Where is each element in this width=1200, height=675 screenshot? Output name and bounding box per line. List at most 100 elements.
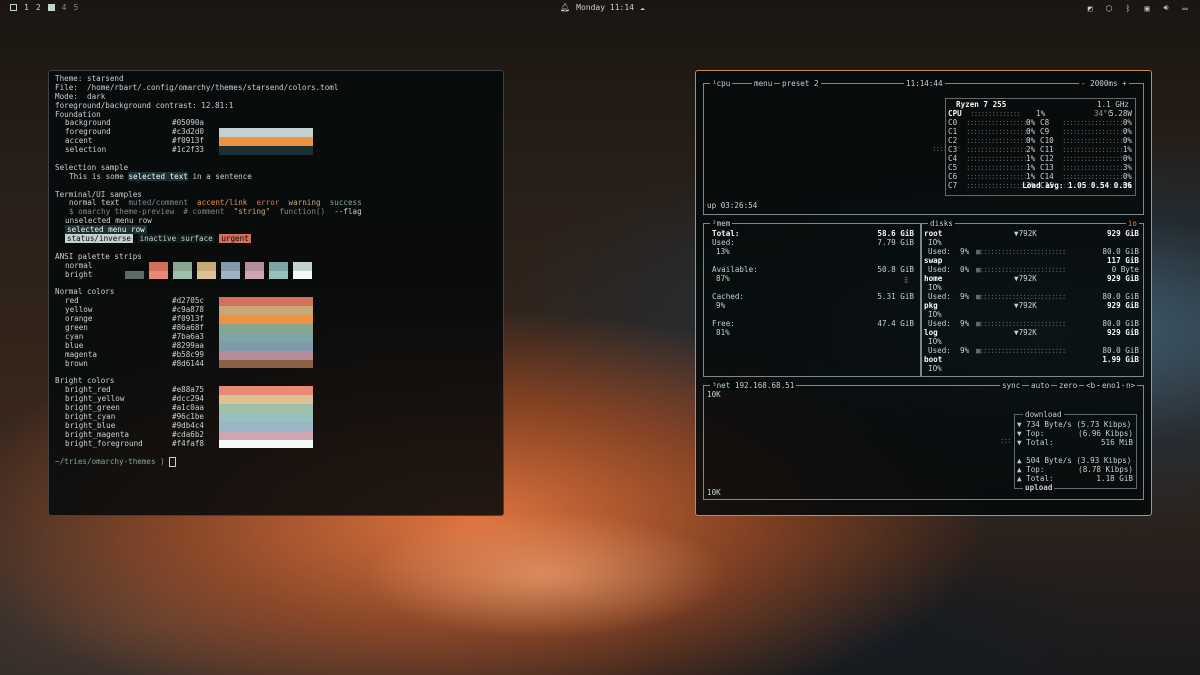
shell-prompt[interactable]: ~/tries/omarchy-themes ) — [55, 457, 497, 468]
muted-text-sample: muted/comment — [128, 198, 188, 208]
disk-io-label: IO% — [928, 238, 942, 247]
preset-tab[interactable]: preset 2 — [780, 79, 821, 88]
net-tab[interactable]: ³net 192.168.68.51 — [710, 381, 797, 390]
update-icon[interactable]: ⬡ — [1104, 4, 1114, 13]
net-next-iface[interactable]: n> — [1124, 381, 1138, 390]
ansi-normal-swatch — [221, 261, 240, 271]
clock[interactable]: Monday 11:14 — [576, 3, 634, 12]
inactive-surface: inactive surface — [137, 234, 215, 244]
battery-icon[interactable]: ▭ — [1180, 4, 1190, 13]
core-pct: 1% — [1026, 154, 1036, 163]
selected-menu-row: selected menu row — [65, 225, 147, 235]
normal-color-name: red — [65, 296, 79, 306]
io-tab[interactable]: io — [1125, 219, 1139, 228]
core-bar: :::::::::::::::::: — [1062, 145, 1127, 154]
ansi-normal-swatch — [293, 261, 312, 271]
normal-color-swatch — [219, 323, 313, 333]
bright-color-row: bright_green #a1c0aa — [55, 403, 497, 413]
disk-name: pkg — [924, 301, 938, 310]
core-pct: 0% — [1026, 136, 1036, 145]
workspace-5[interactable]: 5 — [73, 3, 78, 12]
mem-cached: 5.31 GiB — [877, 292, 914, 301]
volume-icon[interactable]: 🔊︎ — [1161, 3, 1171, 13]
disk-size: 117 GiB — [1106, 256, 1139, 265]
core-pct: 1% — [1026, 163, 1036, 172]
core-bar: :::::::::::::::::: — [966, 118, 1031, 127]
core-pct: 0% — [1122, 136, 1132, 145]
workspace-4[interactable]: 4 — [62, 3, 67, 12]
ansi-normal-swatch — [269, 261, 288, 271]
bluetooth-icon[interactable]: ᛒ — [1123, 4, 1133, 13]
comment-sample: # comment — [183, 207, 225, 217]
network-icon[interactable]: ▣ — [1142, 4, 1152, 13]
core-pct: 0% — [1026, 127, 1036, 136]
ansi-bright-row: bright — [55, 270, 497, 280]
mem-tab[interactable]: ²mem — [710, 219, 733, 228]
normal-color-name: magenta — [65, 349, 98, 359]
core-name: C10 — [1040, 136, 1054, 145]
disk-used-bar: ■:::::::::::::::::::::::: — [976, 265, 1066, 274]
cpu-tab[interactable]: ¹cpu — [710, 79, 733, 88]
foundation-list: background #05090a foreground #c3d2d0 accent… — [55, 119, 497, 156]
menu-tab[interactable]: menu — [752, 79, 775, 88]
mem-used: 7.79 GiB — [877, 238, 914, 247]
bright-color-row: bright_cyan #96c1be — [55, 412, 497, 422]
upload-top-label: ▲ Top: — [1017, 465, 1045, 474]
bright-color-swatch — [219, 386, 313, 396]
download-top-label: ▼ Top: — [1017, 429, 1045, 438]
mem-pane: ²mem Total: 58.6 GiB Used: 7.79 GiB 13% … — [703, 219, 921, 377]
net-prev-iface[interactable]: <b — [1084, 381, 1098, 390]
omarchy-menu-icon[interactable] — [10, 4, 17, 11]
top-bar: 1 2 4 5 🔔︎ Monday 11:14 ☁︎ ◩ ⬡ ᛒ ▣ 🔊︎ ▭ — [0, 0, 1200, 16]
cpu-pane: ¹cpu menu preset 2 11:14:44 - 2000ms + u… — [703, 79, 1144, 215]
normal-color-row: blue #8299aa — [55, 341, 497, 351]
bright-color-name: bright_red — [65, 385, 111, 395]
omarchy-icon[interactable]: ◩ — [1085, 4, 1095, 13]
mem-total-label: Total: — [712, 229, 740, 238]
mem-free: 47.4 GiB — [877, 319, 914, 328]
disk-name: swap — [924, 256, 943, 265]
btop-monitor[interactable]: ¹cpu menu preset 2 11:14:44 - 2000ms + u… — [695, 70, 1152, 516]
foundation-color-swatch — [219, 128, 313, 138]
update-interval[interactable]: - 2000ms + — [1079, 79, 1129, 88]
warning-text-sample: warning — [288, 198, 321, 208]
theme-preview-terminal[interactable]: Theme: starsend File: /home/rbart/.confi… — [48, 70, 504, 516]
core-pct: 1% — [1122, 145, 1132, 154]
normal-color-row: green #86a68f — [55, 323, 497, 333]
core-bar: :::::::::::::::::: — [966, 163, 1031, 172]
load-average: Load avg: 1.05 0.54 0.36 — [1022, 181, 1132, 190]
notification-bell-icon[interactable]: 🔔︎ — [560, 3, 570, 12]
disk-free: 80.0 GiB — [1102, 292, 1139, 301]
mem-used-pct: 13% — [716, 247, 730, 256]
string-sample: "string" — [233, 207, 271, 217]
bright-color-name: bright_magenta — [65, 429, 130, 439]
workspace-3-active-icon[interactable] — [47, 4, 55, 11]
success-text-sample: success — [329, 198, 362, 208]
normal-color-hex: #8d6144 — [172, 358, 205, 368]
mem-free-pct: 81% — [716, 328, 730, 337]
core-pct: 3% — [1122, 163, 1132, 172]
bright-colors-list: bright_red #e88a75 bright_yellow #dcc294 bri… — [55, 385, 497, 449]
disk-used-pct: 0% — [960, 265, 970, 274]
cpu-power: 5.28W — [1109, 109, 1132, 118]
net-graph-dots: ::: — [1000, 436, 1012, 445]
normal-color-swatch — [219, 359, 313, 369]
btop-clock: 11:14:44 — [904, 79, 945, 88]
workspace-2[interactable]: 2 — [36, 3, 41, 12]
function-sample: function() — [279, 207, 326, 217]
weather-cloud-icon[interactable]: ☁︎ — [640, 3, 645, 12]
disk-used-pct: 9% — [960, 319, 970, 328]
net-sync-toggle[interactable]: sync — [1000, 381, 1023, 390]
net-zero-toggle[interactable]: zero — [1057, 381, 1080, 390]
prompt-path: ~/tries/omarchy-themes — [55, 457, 156, 467]
net-auto-toggle[interactable]: auto — [1029, 381, 1052, 390]
normal-color-name: orange — [65, 314, 93, 324]
workspace-1[interactable]: 1 — [24, 3, 29, 12]
bright-color-name: bright_blue — [65, 420, 116, 430]
disks-tab[interactable]: disks — [928, 219, 955, 228]
disk-size: 1.99 GiB — [1102, 355, 1139, 364]
cpu-total-pct: 1% — [1036, 109, 1046, 118]
selection-before: This is some — [69, 171, 129, 181]
normal-color-row: orange #f0913f — [55, 314, 497, 324]
disk-name: home — [924, 274, 943, 283]
